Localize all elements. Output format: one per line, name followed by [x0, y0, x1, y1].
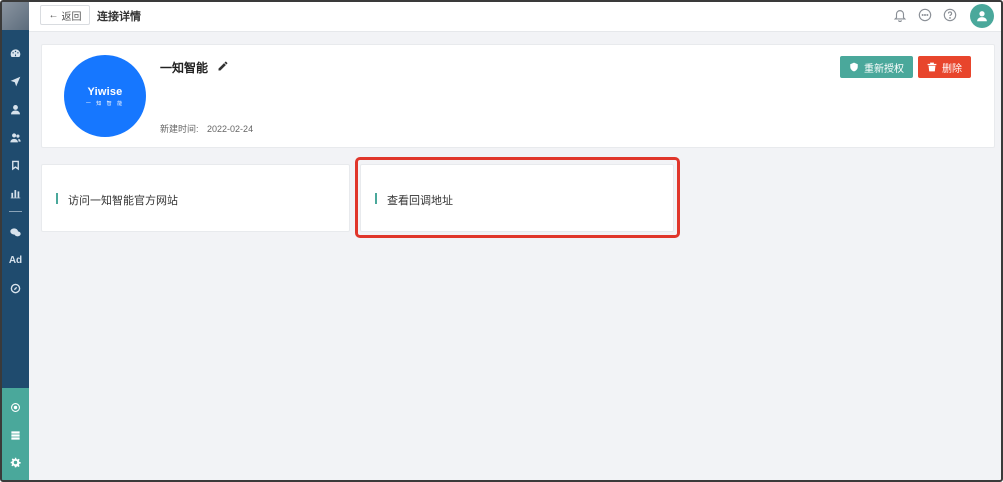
arrow-left-icon: ← — [48, 9, 59, 21]
sidebar-divider — [9, 211, 22, 212]
ad-label: Ad — [8, 254, 23, 266]
shield-icon — [850, 62, 858, 72]
database-icon[interactable] — [2, 424, 29, 446]
back-label: 返回 — [61, 11, 82, 23]
logo-subtext: 一 知 智 能 — [85, 100, 125, 107]
created-label: 新建时间: — [160, 124, 199, 134]
settings-icon[interactable] — [2, 451, 29, 473]
top-bar: ← 返回 连接详情 — [29, 2, 1001, 32]
page-title: 连接详情 — [97, 11, 141, 23]
plugin-icon[interactable] — [2, 396, 29, 418]
avatar-icon[interactable] — [970, 4, 994, 28]
trash-icon — [927, 62, 937, 72]
send-icon[interactable] — [2, 70, 29, 92]
bar-chart-icon[interactable] — [2, 182, 29, 204]
bookmark-icon[interactable] — [2, 154, 29, 176]
message-icon[interactable] — [918, 8, 932, 22]
app-window: Ad ← 返回 连接详情 Yiwise 一 知 智 能 一知智能 新建时间: 2… — [0, 0, 1003, 482]
delete-label: 删除 — [942, 63, 962, 75]
official-site-label: 访问一知智能官方网站 — [68, 195, 178, 207]
logo-text: Yiwise — [87, 85, 123, 98]
pencil-icon[interactable] — [217, 59, 229, 71]
dashboard-icon[interactable] — [2, 42, 29, 64]
ad-icon[interactable]: Ad — [2, 249, 29, 271]
sidebar: Ad — [2, 2, 29, 480]
created-time: 新建时间: 2022-02-24 — [160, 122, 253, 135]
back-button[interactable]: ← 返回 — [40, 5, 90, 25]
compass-icon[interactable] — [2, 277, 29, 299]
yiwise-logo: Yiwise 一 知 智 能 — [64, 55, 146, 137]
connection-name: 一知智能 — [160, 61, 209, 75]
reauthorize-label: 重新授权 — [864, 63, 904, 75]
help-icon[interactable] — [943, 8, 957, 22]
highlight-box — [355, 157, 680, 238]
bell-icon[interactable] — [893, 8, 907, 23]
wechat-icon[interactable] — [2, 221, 29, 243]
official-site-card[interactable]: 访问一知智能官方网站 — [41, 164, 350, 232]
users-icon[interactable] — [2, 126, 29, 148]
connection-profile-card: Yiwise 一 知 智 能 一知智能 新建时间: 2022-02-24 重新授… — [41, 44, 995, 148]
sidebar-bottom-group — [2, 388, 29, 480]
created-date: 2022-02-24 — [207, 124, 254, 134]
user-icon[interactable] — [2, 98, 29, 120]
app-logo — [2, 2, 29, 30]
reauthorize-button[interactable]: 重新授权 — [840, 56, 913, 78]
accent-bar — [56, 193, 58, 204]
delete-button[interactable]: 删除 — [918, 56, 971, 78]
